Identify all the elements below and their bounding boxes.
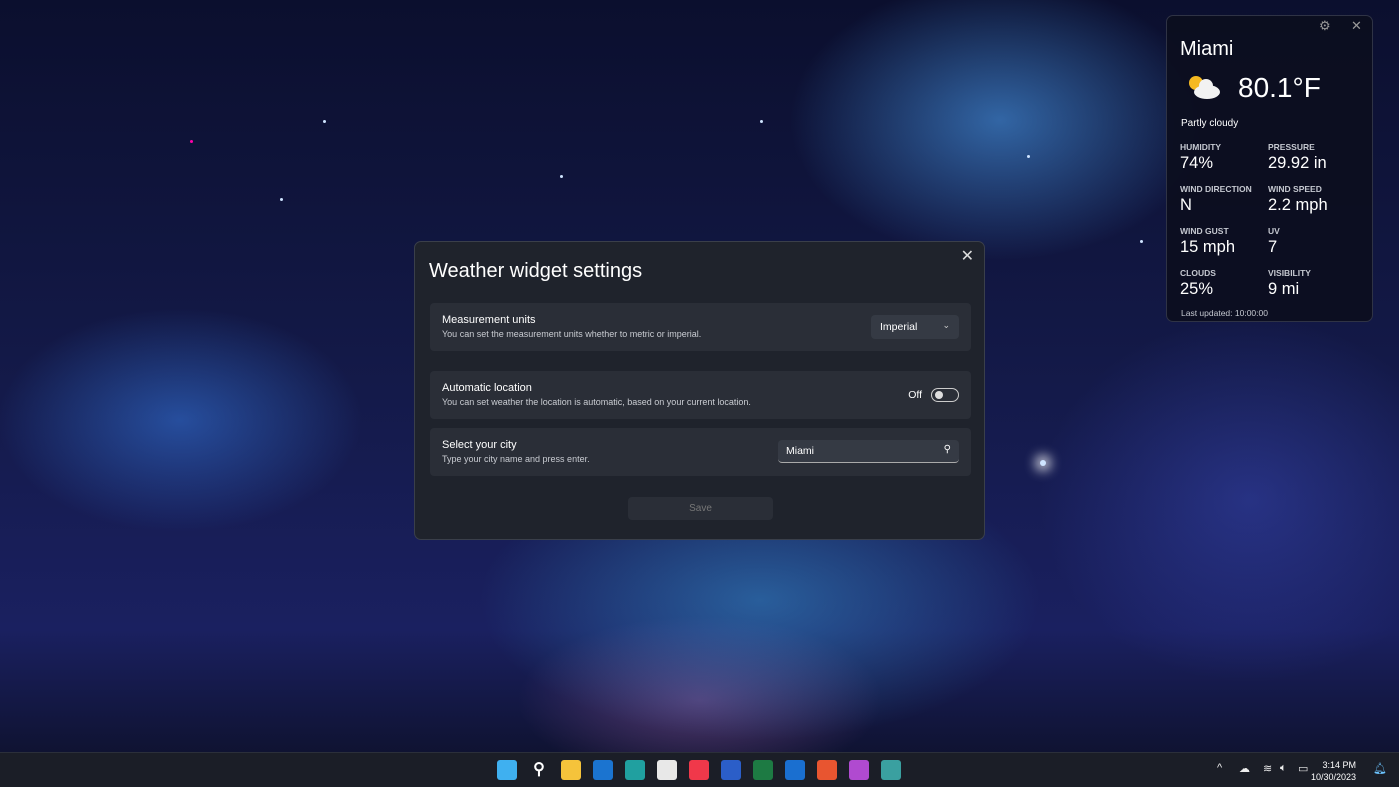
outlook-new-icon[interactable] bbox=[593, 760, 613, 780]
close-button[interactable]: ✕ bbox=[961, 246, 974, 266]
temperature: 80.1°F bbox=[1238, 72, 1321, 104]
stat-visibility: VISIBILITY 9 mi bbox=[1268, 268, 1358, 299]
excel-icon[interactable] bbox=[753, 760, 773, 780]
stat-label: WIND GUST bbox=[1180, 226, 1270, 236]
stat-label: HUMIDITY bbox=[1180, 142, 1270, 152]
stat-label: UV bbox=[1268, 226, 1358, 236]
star bbox=[1140, 240, 1143, 243]
stat-label: CLOUDS bbox=[1180, 268, 1270, 278]
stat-value: 15 mph bbox=[1180, 238, 1270, 257]
settings-dialog: Weather widget settings ✕ Measurement un… bbox=[414, 241, 985, 540]
apple-music-icon[interactable] bbox=[689, 760, 709, 780]
save-button[interactable]: Save bbox=[628, 497, 773, 520]
battery-icon[interactable]: ▭ bbox=[1298, 762, 1308, 775]
toggle-knob bbox=[935, 391, 943, 399]
outlook-icon[interactable] bbox=[785, 760, 805, 780]
setting-label: Select your city bbox=[442, 439, 517, 451]
star bbox=[1040, 460, 1046, 466]
stat-label: WIND DIRECTION bbox=[1180, 184, 1270, 194]
file-explorer-icon[interactable] bbox=[561, 760, 581, 780]
taskbar: ⚲ ^ ☁ ≋ 🔈︎ ▭ 3:14 PM10/30/2023 🔔︎ bbox=[0, 752, 1399, 787]
toggle-state: Off bbox=[908, 389, 922, 401]
word-icon[interactable] bbox=[721, 760, 741, 780]
stat-uv: UV 7 bbox=[1268, 226, 1358, 257]
stat-value: 2.2 mph bbox=[1268, 196, 1358, 215]
setting-description: You can set weather the location is auto… bbox=[442, 397, 751, 407]
edge-icon[interactable] bbox=[625, 760, 645, 780]
dropdown-value: Imperial bbox=[880, 321, 917, 333]
stat-humidity: HUMIDITY 74% bbox=[1180, 142, 1270, 173]
stat-label: WIND SPEED bbox=[1268, 184, 1358, 194]
chevron-up-icon[interactable]: ^ bbox=[1217, 762, 1222, 774]
stat-label: PRESSURE bbox=[1268, 142, 1358, 152]
star bbox=[323, 120, 326, 123]
clock[interactable]: 3:14 PM10/30/2023 bbox=[1311, 759, 1356, 783]
dialog-title: Weather widget settings bbox=[429, 260, 642, 283]
date: 10/30/2023 bbox=[1311, 771, 1356, 783]
city-value: Miami bbox=[786, 445, 814, 457]
wifi-icon[interactable]: ≋ bbox=[1263, 762, 1272, 775]
onedrive-icon[interactable]: ☁ bbox=[1239, 762, 1250, 775]
stat-value: 29.92 in bbox=[1268, 154, 1358, 173]
condition: Partly cloudy bbox=[1181, 118, 1238, 129]
stat-value: 7 bbox=[1268, 238, 1358, 257]
stat-value: 74% bbox=[1180, 154, 1270, 173]
gear-icon[interactable]: ⚙ bbox=[1319, 18, 1331, 34]
stat-value: 25% bbox=[1180, 280, 1270, 299]
automatic-location-row: Automatic location You can set weather t… bbox=[430, 371, 971, 419]
notification-bell-icon[interactable]: 🔔︎ bbox=[1373, 762, 1387, 775]
app-sphere-icon[interactable] bbox=[849, 760, 869, 780]
stat-wind-direction: WIND DIRECTION N bbox=[1180, 184, 1270, 215]
setting-label: Automatic location bbox=[442, 382, 532, 394]
automatic-location-toggle[interactable] bbox=[931, 388, 959, 402]
stat-clouds: CLOUDS 25% bbox=[1180, 268, 1270, 299]
stat-label: VISIBILITY bbox=[1268, 268, 1358, 278]
volume-icon[interactable]: 🔈︎ bbox=[1280, 762, 1287, 775]
widget-city: Miami bbox=[1180, 38, 1233, 61]
star bbox=[1027, 155, 1030, 158]
store-icon[interactable] bbox=[657, 760, 677, 780]
units-dropdown[interactable]: Imperial ⌄ bbox=[871, 315, 959, 339]
star bbox=[190, 140, 193, 143]
star bbox=[760, 120, 763, 123]
weather-widget-app-icon[interactable] bbox=[881, 760, 901, 780]
setting-label: Measurement units bbox=[442, 314, 536, 326]
weather-widget: ⚙ ✕ Miami 80.1°F Partly cloudy HUMIDITY 7… bbox=[1166, 15, 1373, 322]
stat-pressure: PRESSURE 29.92 in bbox=[1268, 142, 1358, 173]
stat-value: 9 mi bbox=[1268, 280, 1358, 299]
partly-cloudy-icon bbox=[1183, 72, 1223, 102]
start-icon[interactable] bbox=[497, 760, 517, 780]
city-search-input[interactable]: Miami ⚲ bbox=[778, 440, 959, 463]
stat-value: N bbox=[1180, 196, 1270, 215]
last-updated: Last updated: 10:00:00 bbox=[1181, 308, 1268, 318]
close-icon[interactable]: ✕ bbox=[1351, 18, 1362, 34]
measurement-units-row: Measurement units You can set the measur… bbox=[430, 303, 971, 351]
setting-description: Type your city name and press enter. bbox=[442, 454, 590, 464]
stat-wind-speed: WIND SPEED 2.2 mph bbox=[1268, 184, 1358, 215]
select-city-row: Select your city Type your city name and… bbox=[430, 428, 971, 476]
star bbox=[560, 175, 563, 178]
stat-wind-gust: WIND GUST 15 mph bbox=[1180, 226, 1270, 257]
search-icon[interactable]: ⚲ bbox=[944, 444, 951, 455]
app-colorful-icon[interactable] bbox=[817, 760, 837, 780]
star bbox=[280, 198, 283, 201]
setting-description: You can set the measurement units whethe… bbox=[442, 329, 701, 339]
chevron-down-icon: ⌄ bbox=[942, 320, 950, 331]
time: 3:14 PM bbox=[1311, 759, 1356, 771]
search-icon[interactable]: ⚲ bbox=[529, 760, 549, 780]
